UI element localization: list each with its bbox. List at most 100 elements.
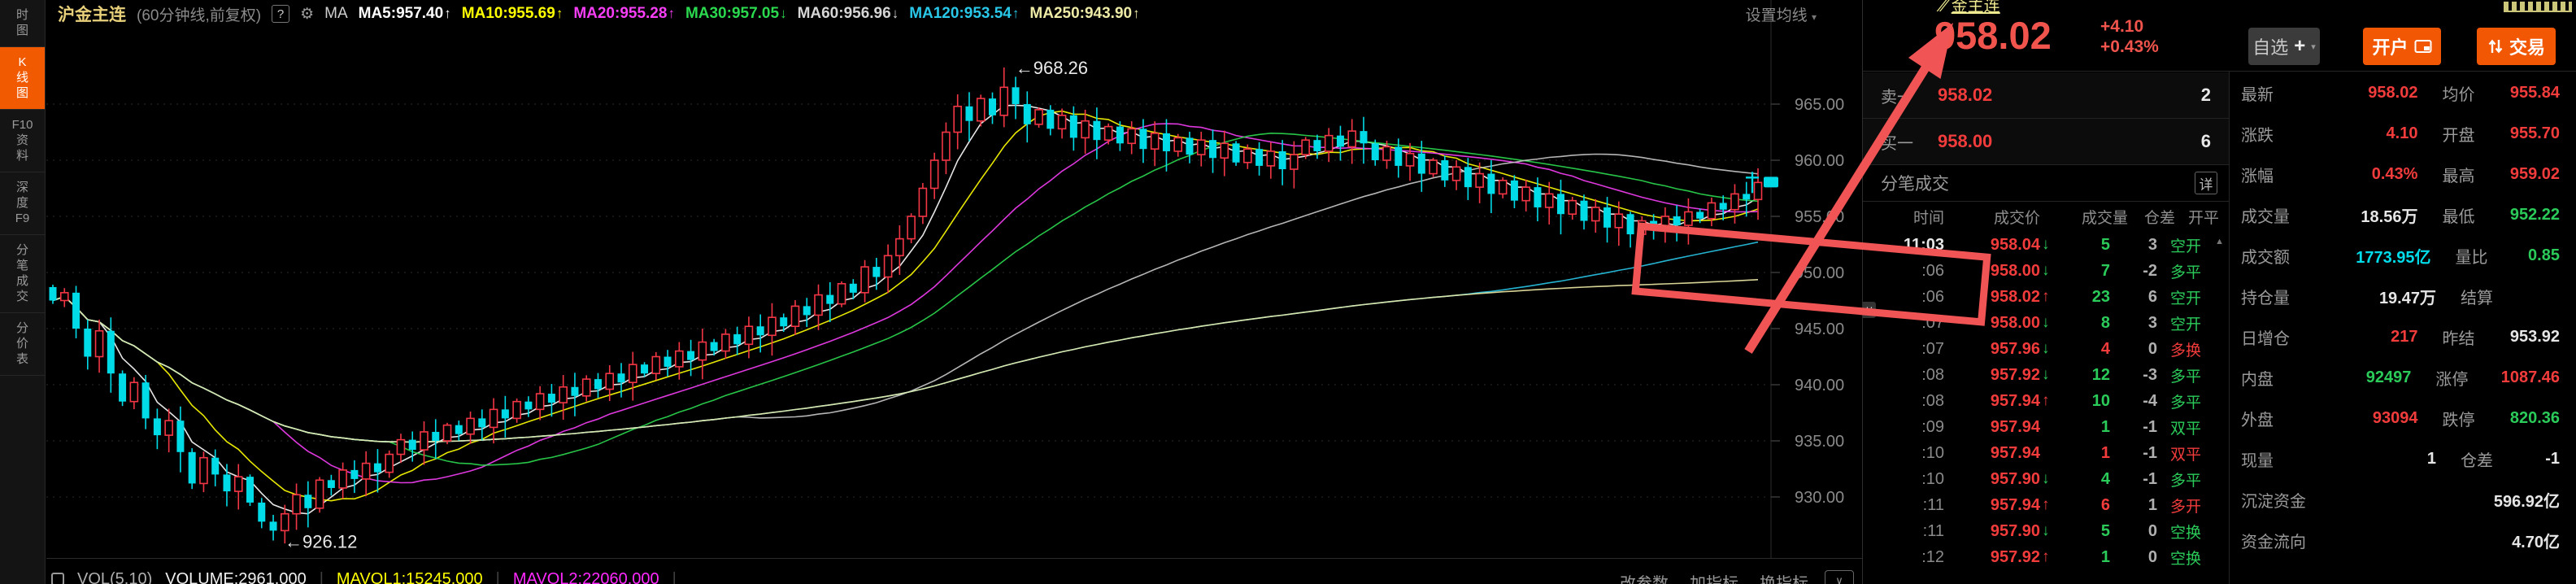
indicator-icon[interactable]: [51, 573, 64, 584]
arrow-down-icon: ↓: [2042, 522, 2050, 539]
chart-high-label: ←968.26: [1016, 58, 1088, 78]
trade-arrows-icon: [2488, 39, 2503, 54]
ma-line-ma5: [52, 104, 1759, 515]
last-price: 958.02: [1934, 14, 2052, 57]
stat-row: 最新 958.02 均价 955.84: [2241, 83, 2560, 104]
tick-section-title: 分笔成交: [1881, 175, 1949, 194]
account-card-icon: [2414, 40, 2431, 53]
tick-row: :07 958.00 ↓ 8 3 空开: [1921, 313, 2202, 333]
ma-group-label: MA: [324, 5, 348, 22]
chevron-down-icon: ▾: [2311, 41, 2316, 52]
tick-row: :12 957.92 ↑ 1 0 空换: [1921, 547, 2202, 568]
sidebar-tab-kline-chart[interactable]: K线图: [0, 47, 45, 110]
sidebar-tab-f10-info[interactable]: F10 资料: [0, 110, 45, 172]
arrow-down-icon: ↓: [2042, 314, 2050, 331]
tick-row: :08 957.92 ↓ 12 -3 多平: [1921, 365, 2202, 386]
bid-ask-box: 卖一 958.02 2 买一 958.00 6: [1863, 72, 2229, 165]
scroll-up-icon[interactable]: ▲: [2215, 237, 2224, 246]
trade-button[interactable]: 交易: [2477, 28, 2556, 65]
tick-column-headers: 时间 成交价 成交量 仓差 开平: [1912, 210, 2220, 227]
ma-line-ma10: [52, 110, 1759, 502]
arrow-down-icon: ↓: [2042, 262, 2050, 279]
add-watchlist-button[interactable]: 自选 + ▾: [2248, 28, 2320, 65]
tick-row: :11 957.90 ↓ 5 0 空换: [1922, 521, 2202, 542]
stat-row: 涨幅 0.43% 最高 959.02: [2241, 164, 2560, 185]
tick-row: :09 957.94 1 -1 双平: [1921, 417, 2202, 438]
ma-settings-button[interactable]: 设置均线 ▾: [1746, 3, 1817, 25]
arrow-up-icon: ↑: [2042, 548, 2050, 565]
chart-low-label: ←926.12: [285, 532, 357, 552]
mavol1-value: MAVOL1:15245.000: [336, 570, 483, 584]
bidask-row: 买一 958.00 6: [1863, 119, 2229, 165]
volume-pane-header: VOL(5,10) VOLUME:2961.000 | MAVOL1:15245…: [46, 558, 1862, 584]
sidebar-tab-depth-f9[interactable]: 深度 F9: [0, 172, 45, 235]
stat-row: 现量 1 仓差 -1: [2241, 449, 2560, 470]
stat-row: 内盘 92497 涨停 1087.46: [2241, 368, 2560, 389]
y-axis-label: 950.00: [1795, 264, 1844, 282]
y-axis-label: 945.00: [1795, 320, 1844, 338]
ma-value-ma30: MA30:957.05↓: [685, 5, 787, 22]
stat-row: 成交额 1773.95亿 量比 0.85: [2241, 246, 2560, 267]
stats-grid: 最新 958.02 均价 955.84 涨跌 4.10 开盘 955.70 涨幅 0.43% 最高 9…: [2230, 72, 2576, 584]
tick-trades-section: 分笔成交 详 时间 成交价 成交量 仓差 开平 11:03 958.04 ↓ 5 3 空开:06 9…: [1863, 165, 2229, 584]
y-axis-label: 935.00: [1795, 433, 1844, 451]
tick-row: :08 957.94 ↑ 10 -4 多平: [1921, 391, 2202, 412]
ma-value-ma10: MA10:955.69↑: [461, 5, 564, 22]
tick-row: :07 957.96 ↓ 4 0 多换: [1921, 339, 2202, 360]
arrow-down-icon: ↓: [2042, 470, 2050, 487]
sidebar-tab-price-table[interactable]: 分价表: [0, 313, 45, 376]
gear-icon[interactable]: ⚙: [300, 5, 314, 24]
chevron-down-icon: ▾: [1811, 11, 1817, 23]
futures-trading-app: 时图 K 线图 F10 资料深度 F9 分笔成交分价表 沪金主连 (60分钟线,前复权) ?…: [0, 0, 2576, 584]
indicator-dropdown[interactable]: ∨: [1825, 570, 1854, 584]
ma-value-ma20: MA20:955.28↑: [573, 5, 675, 22]
tick-row: 11:03 958.04 ↓ 5 3 空开: [1903, 235, 2202, 255]
arrow-up-icon: ↑: [2042, 288, 2050, 305]
top-right-link[interactable]: [2504, 2, 2572, 12]
stat-row: 成交量 18.56万 最低 952.22: [2241, 205, 2560, 226]
ma-value-ma5: MA5:957.40↑: [358, 5, 451, 22]
candlestick-chart[interactable]: 965.00 960.00 955.00 950.00 945.00 940.00 935.…: [46, 0, 1862, 558]
left-sidebar: 时图 K 线图 F10 资料深度 F9 分笔成交分价表: [0, 0, 46, 584]
sidebar-tab-time-chart[interactable]: 时图: [0, 0, 45, 47]
arrow-up-icon: ↑: [2042, 392, 2050, 409]
tick-row: :10 957.94 1 -1 双平: [1921, 443, 2202, 464]
instrument-name: 沪金主连: [58, 6, 126, 24]
stat-wide-row: 资金流向 4.70亿: [2241, 533, 2560, 551]
panel-splitter-handle[interactable]: ∷: [1863, 302, 1876, 318]
chart-period-label: (60分钟线,前复权): [137, 7, 262, 24]
y-axis-label: 960.00: [1795, 152, 1844, 170]
tool-改参数[interactable]: 改参数: [1620, 570, 1669, 584]
arrow-down-icon: ↓: [2042, 366, 2050, 383]
price-change: +4.10 +0.43%: [2100, 17, 2159, 56]
help-icon[interactable]: ?: [272, 5, 290, 23]
quote-panel-top: ⁄⁄ 金主连 958.02 +4.10 +0.43% 自选 + ▾ 开户 交易: [1863, 0, 2576, 72]
tool-换指标[interactable]: 换指标: [1760, 570, 1808, 584]
stat-row: 持仓量 19.47万 结算: [2241, 289, 2493, 307]
arrow-down-icon: ↓: [2042, 340, 2050, 357]
sidebar-tab-tick-trades[interactable]: 分笔成交: [0, 235, 45, 313]
plus-icon: +: [2294, 35, 2306, 57]
arrow-up-icon: ↑: [2042, 496, 2050, 513]
mavol2-value: MAVOL2:22060.000: [512, 570, 659, 584]
tick-detail-button[interactable]: 详: [2195, 172, 2217, 194]
volume-value: VOLUME:2961.000: [165, 570, 307, 584]
tick-row: :06 958.02 ↑ 23 6 空开: [1921, 287, 2202, 307]
ma-values-list: MA5:957.40↑ MA10:955.69↑ MA20:955.28↑ MA30:…: [359, 5, 1140, 23]
y-axis-label: 930.00: [1795, 489, 1844, 507]
open-account-button[interactable]: 开户: [2363, 28, 2441, 65]
ma-value-ma250: MA250:943.90↑: [1029, 5, 1140, 22]
stat-row: 涨跌 4.10 开盘 955.70: [2241, 124, 2560, 145]
ma-value-ma120: MA120:953.54↑: [909, 5, 1020, 22]
arrow-down-icon: ↓: [2042, 236, 2050, 253]
stat-row: 日增仓 217 昨结 953.92: [2241, 327, 2560, 348]
indicator-tools: 改参数 加指标 换指标: [1620, 570, 1808, 584]
y-axis-label: 965.00: [1795, 96, 1844, 114]
ma-line-ma250: [52, 279, 1759, 443]
ma-value-ma60: MA60:956.96↓: [797, 5, 899, 22]
stat-row: 外盘 93094 跌停 820.36: [2241, 408, 2560, 429]
y-axis-label: 940.00: [1795, 377, 1844, 394]
tick-rows: 11:03 958.04 ↓ 5 3 空开:06 958.00 ↓ 7 -2 多平:06 958.02…: [1863, 232, 2229, 570]
stat-wide-row: 沉淀资金 596.92亿: [2241, 492, 2560, 511]
tool-加指标[interactable]: 加指标: [1690, 570, 1738, 584]
